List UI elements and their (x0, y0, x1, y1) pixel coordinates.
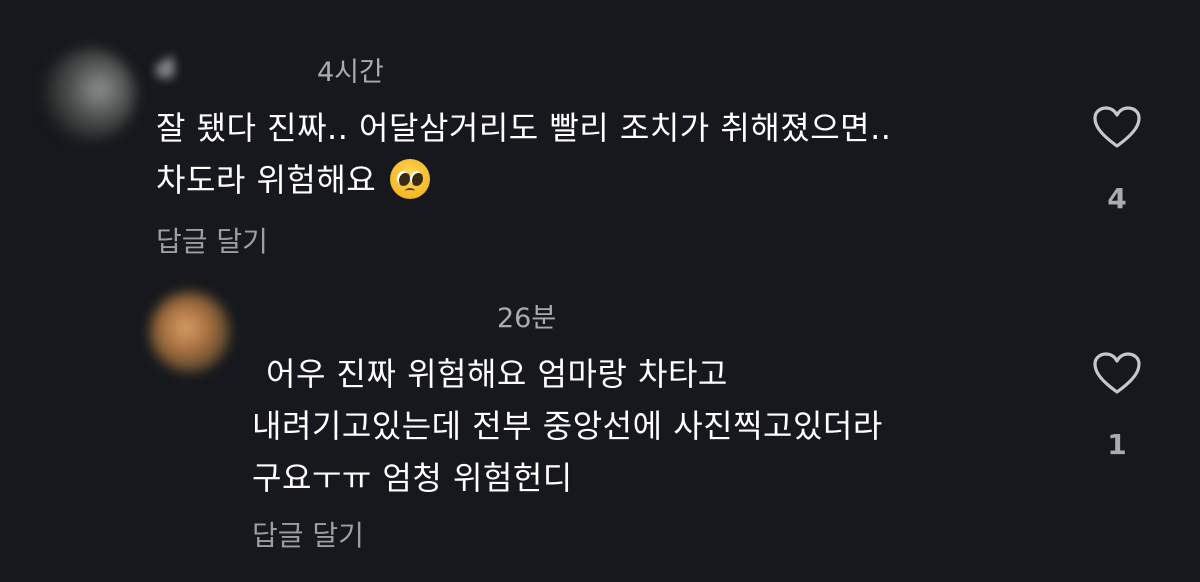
like-count: 4 (1107, 182, 1127, 215)
comment-timestamp: 26분 (497, 303, 557, 334)
pleading-face-emoji-icon (390, 159, 431, 199)
comments-thread: d 4시간 잘 됐다 진짜.. 어달삼거리도 빨리 조치가 취해졌으면.. 차도… (0, 0, 1200, 582)
comment-line: 차도라 위험해요 (156, 161, 377, 199)
heart-outline-icon[interactable] (1093, 352, 1141, 396)
avatar[interactable] (44, 48, 136, 140)
like-count: 1 (1107, 428, 1127, 461)
avatar[interactable] (150, 292, 230, 372)
reply-button[interactable]: 답글 달기 (156, 220, 268, 260)
comment-body: 어우 진짜 위험해요 엄마랑 차타고 내려기고있는데 전부 중앙선에 사진찍고있… (252, 348, 883, 504)
comment-timestamp: 4시간 (317, 57, 384, 88)
comment-line: 구요ㅜㅠ 엄청 위험헌디 (252, 459, 573, 497)
username[interactable]: d (156, 54, 175, 84)
comment-body: 잘 됐다 진짜.. 어달삼거리도 빨리 조치가 취해졌으면.. 차도라 위험해요 (156, 102, 891, 206)
reply-button[interactable]: 답글 달기 (252, 514, 364, 554)
comment-line-with-mention: 어우 진짜 위험해요 엄마랑 차타고 (252, 348, 883, 400)
comment-line: 내려기고있는데 전부 중앙선에 사진찍고있더라 (252, 407, 883, 445)
comment-line-with-emoji: 차도라 위험해요 (156, 154, 891, 206)
comment-line: 어우 진짜 위험해요 엄마랑 차타고 (266, 355, 728, 393)
comment-line: 잘 됐다 진짜.. 어달삼거리도 빨리 조치가 취해졌으면.. (156, 109, 892, 147)
heart-outline-icon[interactable] (1093, 106, 1141, 150)
